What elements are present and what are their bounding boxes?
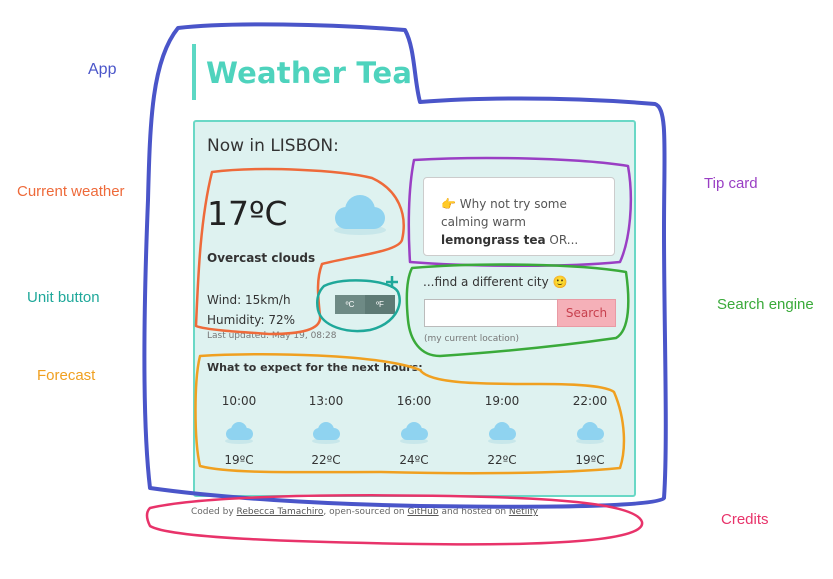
current-location-link[interactable]: (my current location) <box>424 334 519 344</box>
forecast-time: 16:00 <box>396 394 432 408</box>
forecast-item: 22:00 19ºC <box>560 394 620 467</box>
tip-text: Why not try some calming warm <box>441 197 567 229</box>
author-link[interactable]: Rebecca Tamachiro <box>237 507 324 517</box>
humidity-value: Humidity: 72% <box>207 313 296 327</box>
smiley-icon: 🙂 <box>552 275 568 289</box>
forecast-time: 10:00 <box>221 394 257 408</box>
forecast-time: 13:00 <box>308 394 344 408</box>
pointing-hand-icon: 👉 <box>441 197 456 211</box>
annotation-credits-label: Credits <box>721 511 769 528</box>
cloud-icon <box>225 422 253 444</box>
annotation-current-weather-label: Current weather <box>17 183 125 200</box>
search-label: ...find a different city 🙂 <box>423 275 568 289</box>
annotation-forecast-label: Forecast <box>37 367 96 384</box>
forecast-temp: 22ºC <box>487 453 517 467</box>
tip-card: 👉 Why not try some calming warm lemongra… <box>423 177 615 256</box>
netlify-link[interactable]: Netlify <box>509 507 538 517</box>
forecast-item: 19:00 22ºC <box>472 394 532 467</box>
tip-text-end: OR... <box>549 233 579 247</box>
search-button[interactable]: Search <box>557 299 616 327</box>
title-accent-bar <box>192 44 196 100</box>
cloud-icon <box>488 422 516 444</box>
forecast-temp: 24ºC <box>399 453 429 467</box>
cloud-icon <box>576 422 604 444</box>
current-temperature: 17ºC <box>207 194 288 233</box>
cloud-icon <box>334 195 386 235</box>
annotation-app-label: App <box>88 61 117 78</box>
github-link[interactable]: GitHub <box>407 507 438 517</box>
tip-tea-name: lemongrass tea <box>441 233 546 247</box>
annotation-search-engine-label: Search engine <box>717 296 814 313</box>
unit-toggle: ºC ºF <box>335 295 395 314</box>
app-title: Weather Tea <box>206 56 413 90</box>
credits: Coded by Rebecca Tamachiro, open-sourced… <box>191 507 539 517</box>
fahrenheit-button[interactable]: ºF <box>365 295 395 314</box>
forecast-temp: 19ºC <box>224 453 254 467</box>
wind-speed: Wind: 15km/h <box>207 293 291 307</box>
forecast-item: 10:00 19ºC <box>209 394 269 467</box>
celsius-button[interactable]: ºC <box>335 295 365 314</box>
cloud-icon <box>312 422 340 444</box>
search-input[interactable] <box>424 299 558 327</box>
cloud-icon <box>400 422 428 444</box>
weather-description: Overcast clouds <box>207 251 316 265</box>
annotation-unit-button-label: Unit button <box>27 289 100 306</box>
forecast-item: 16:00 24ºC <box>384 394 444 467</box>
last-updated: Last updated: May 19, 08:28 <box>207 331 337 341</box>
forecast-time: 22:00 <box>572 394 608 408</box>
forecast-temp: 19ºC <box>575 453 605 467</box>
forecast-title: What to expect for the next hours: <box>207 361 423 374</box>
forecast-item: 13:00 22ºC <box>296 394 356 467</box>
forecast-temp: 22ºC <box>311 453 341 467</box>
forecast-time: 19:00 <box>484 394 520 408</box>
annotation-tip-card-label: Tip card <box>704 175 758 192</box>
credits-outline <box>145 494 644 546</box>
current-city-heading: Now in LISBON: <box>207 136 339 156</box>
